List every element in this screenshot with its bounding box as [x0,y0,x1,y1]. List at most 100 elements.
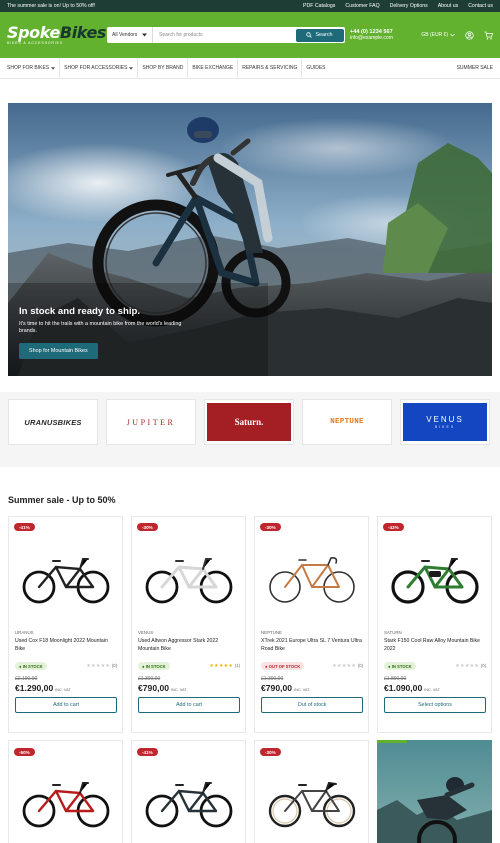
main-nav: SHOP FOR BIKES SHOP FOR ACCESSORIES SHOP… [0,58,500,79]
cart-icon[interactable] [484,31,493,40]
product-price: €790,00 INC. VAT [261,683,363,693]
review-count: (0) [111,663,117,668]
product-image[interactable] [132,763,245,843]
contact-info: +44 (0) 1234 567 info@example.com [350,29,393,42]
top-link-delivery-options[interactable]: Delivery Options [390,3,428,9]
old-price: £1.890,00 [384,676,407,682]
add-to-cart-button[interactable]: Add to cart [15,697,117,713]
product-card[interactable]: -30% NEPTUNE XTrek 2021 Europe Ultra SL … [254,516,369,733]
search-button-label: Search [315,32,333,38]
product-image[interactable] [255,531,368,627]
nav-item-summer-sale[interactable]: SUMMER SALE [457,65,493,71]
site-logo[interactable]: SpokeBikes BIKES & ACCESSORIES [7,24,106,46]
brand-name: URANUSBIKES [24,417,82,427]
stock-badge: ● IN STOCK [15,662,47,670]
vendor-select-value: All Vendors [112,32,138,38]
currency-selector[interactable]: GB (EUR €) [421,32,455,38]
brand-name: NEPTUNE [330,418,364,426]
nav-item-shop-by-brand[interactable]: SHOP BY BRAND [138,58,189,78]
nav-label: SHOP FOR BIKES [7,65,50,71]
chevron-down-icon [51,66,56,70]
star-glyphs: ★★★★★ [455,663,480,669]
star-glyphs: ★★★★★ [209,663,234,669]
discount-badge: -30% [260,523,281,531]
product-card[interactable]: -50% [8,740,123,843]
review-count: (0) [480,663,486,668]
product-name[interactable]: Used Altwon Aggressor Stark 2022 Mountai… [138,638,240,654]
discount-badge: -50% [14,748,35,756]
nav-label: REPAIRS & SERVICING [242,65,298,71]
phone-number[interactable]: +44 (0) 1234 567 [350,29,393,36]
select-options-button[interactable]: Select options [384,697,486,713]
stock-label: IN STOCK [391,663,412,669]
rating-stars: ★★★★★ (0) [455,663,486,669]
nav-label: SHOP FOR ACCESSORIES [64,65,128,71]
product-image[interactable] [255,763,368,843]
logo-text-bikes: Bikes [59,22,107,42]
product-vendor: NEPTUNE [261,630,282,635]
price-value: €790,00 [261,683,293,693]
nav-item-guides[interactable]: GUIDES [302,58,329,78]
search-icon [306,32,313,38]
announcement-bar: The summer sale is on! Up to 50% off! PD… [0,0,500,12]
vat-label: INC. VAT [424,688,440,692]
review-count: (0) [357,663,363,668]
brand-strip: URANUSBIKES JUPITER Saturn. NEPTUNE VENU… [0,392,500,467]
out-of-stock-button[interactable]: Out of stock [261,697,363,713]
logo-tagline: BIKES & ACCESSORIES [7,40,63,45]
discount-badge: -42% [383,523,404,531]
rating-stars: ★★★★★ (1) [209,663,240,669]
product-card[interactable]: -30% VENUS Used Altwon Aggressor Stark 2… [131,516,246,733]
add-to-cart-button[interactable]: Add to cart [138,697,240,713]
stock-badge: ● OUT OF STOCK [261,662,305,670]
top-link-customer-faq[interactable]: Customer FAQ [345,3,379,9]
old-price: £1.390,00 [261,676,284,682]
product-image[interactable] [132,531,245,627]
promo-image [377,740,492,843]
product-name[interactable]: Stark F150 Cool Raw Alloy Mountain Bike … [384,638,486,654]
search-input[interactable]: Search for products [153,32,296,38]
hero-description: It's time to hit the trails with a mount… [19,321,182,335]
search-button[interactable]: Search [295,28,344,42]
product-card[interactable]: -41% [131,740,246,843]
brand-logo-venus[interactable]: VENUS BIKES [400,399,490,445]
top-link-pdf-catalogs[interactable]: PDF Catalogs [303,3,335,9]
chevron-down-icon [450,33,455,37]
discount-badge: -41% [137,748,158,756]
product-name[interactable]: Used Cox F18 Moonlight 2022 Mountain Bik… [15,638,117,654]
vat-label: INC. VAT [294,688,310,692]
nav-item-shop-for-accessories[interactable]: SHOP FOR ACCESSORIES [60,58,139,78]
stock-label: IN STOCK [22,663,43,669]
promo-image-card[interactable] [377,740,492,843]
product-info: URANUS Used Cox F18 Moonlight 2022 Mount… [15,630,117,713]
discount-badge: -41% [14,523,35,531]
vendor-select[interactable]: All Vendors [107,27,153,43]
user-icon[interactable] [465,30,474,40]
email-address[interactable]: info@example.com [350,35,393,41]
top-link-about-us[interactable]: About us [438,3,458,9]
star-glyphs: ★★★★★ [86,663,111,669]
product-image[interactable] [9,531,122,627]
site-header: SpokeBikes BIKES & ACCESSORIES All Vendo… [0,12,500,58]
brand-name: VENUS [426,415,464,424]
product-card[interactable]: -41% URANUS Used Cox F18 Moonlight 2022 … [8,516,123,733]
nav-item-bike-exchange[interactable]: BIKE EXCHANGE [188,58,239,78]
review-count: (1) [234,663,240,668]
price-value: €1.090,00 [384,683,423,693]
nav-item-repairs-servicing[interactable]: REPAIRS & SERVICING [238,58,303,78]
brand-logo-saturn[interactable]: Saturn. [204,399,294,445]
brand-logo-uranus[interactable]: URANUSBIKES [8,399,98,445]
product-name[interactable]: XTrek 2021 Europe Ultra SL 7 Ventura Ult… [261,638,363,654]
price-value: €790,00 [138,683,170,693]
product-image[interactable] [378,531,491,627]
nav-label: GUIDES [306,65,326,71]
top-link-contact-us[interactable]: Contact us [468,3,493,9]
product-card[interactable]: -30% [254,740,369,843]
product-card[interactable]: -42% SATURN Stark F150 Cool Raw Alloy Mo… [377,516,492,733]
brand-logo-neptune[interactable]: NEPTUNE [302,399,392,445]
vat-label: INC. VAT [55,688,71,692]
hero-cta-button[interactable]: Shop for Mountain Bikes [19,342,98,359]
nav-item-shop-for-bikes[interactable]: SHOP FOR BIKES [7,58,61,78]
product-image[interactable] [9,763,122,843]
brand-logo-jupiter[interactable]: JUPITER [106,399,196,445]
